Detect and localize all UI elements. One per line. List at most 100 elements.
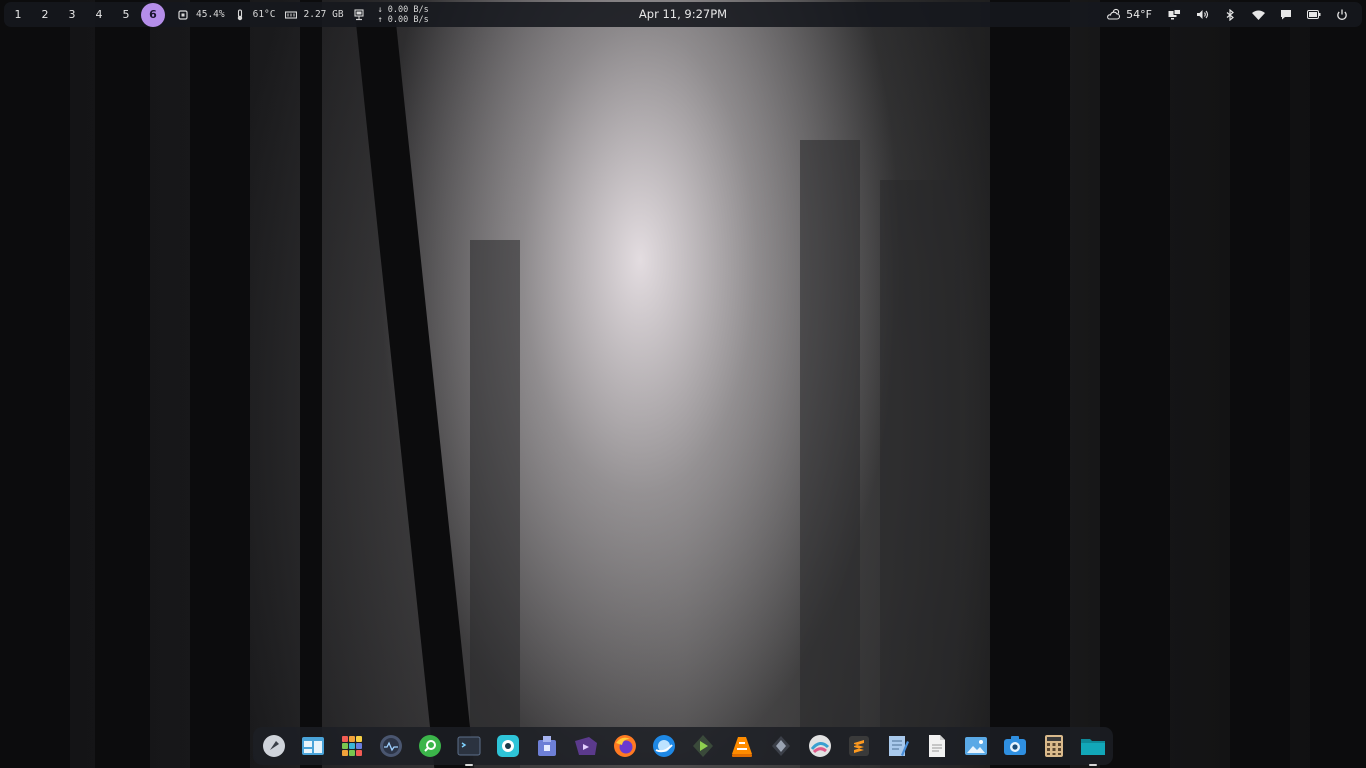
bluetooth-button[interactable] xyxy=(1216,2,1244,27)
dock-item-text-editor[interactable] xyxy=(885,733,911,759)
power-icon xyxy=(1337,9,1347,20)
dock-item-image-viewer[interactable] xyxy=(807,733,833,759)
dock-item-vlc[interactable] xyxy=(729,733,755,759)
dock-item-terminal[interactable] xyxy=(456,733,482,766)
wallpaper-tree xyxy=(1310,0,1366,768)
network-icon xyxy=(353,8,365,21)
settings-app-icon xyxy=(772,736,790,756)
cpu-icon xyxy=(177,9,189,21)
wallpaper-tree xyxy=(95,0,150,768)
wallpaper-tree xyxy=(1230,0,1290,768)
network-upload-value: ↑ 0.00 B/s xyxy=(377,14,429,25)
display-icon xyxy=(1168,9,1181,20)
volume-button[interactable] xyxy=(1188,2,1216,27)
wallpaper-tree xyxy=(1100,0,1170,768)
temperature-widget[interactable]: 61°C xyxy=(234,8,276,21)
temperature-value: 61°C xyxy=(252,9,276,20)
thermometer-icon xyxy=(234,8,246,21)
top-panel: 1 2 3 4 5 6 45.4% 61°C 2.27 GB ↓ 0.00 B/… xyxy=(4,2,1362,27)
vlc-icon xyxy=(732,737,752,757)
dock-item-media-app[interactable] xyxy=(690,733,716,759)
sublime-text-icon xyxy=(849,736,869,756)
memory-icon xyxy=(284,9,297,21)
document-icon xyxy=(929,735,945,757)
memory-widget[interactable]: 2.27 GB xyxy=(284,9,344,21)
text-editor-icon xyxy=(889,736,909,756)
bluetooth-icon xyxy=(1226,8,1234,21)
dock-item-package-installer[interactable] xyxy=(534,733,560,759)
dock xyxy=(253,727,1113,766)
notification-icon xyxy=(1281,10,1291,20)
dock-item-settings[interactable] xyxy=(768,733,794,759)
wallpaper-tree xyxy=(470,240,520,768)
dock-item-video-player[interactable] xyxy=(573,733,599,759)
system-monitor-icon xyxy=(380,735,402,757)
desktop-wallpaper xyxy=(0,0,1366,768)
system-tray: 54°F xyxy=(1106,2,1356,27)
photo-viewer-icon xyxy=(965,737,987,755)
dock-item-photo-viewer[interactable] xyxy=(963,733,989,759)
wallpaper-tree xyxy=(800,140,860,768)
media-app-icon xyxy=(693,735,713,757)
dock-item-window-manager[interactable] xyxy=(300,733,326,759)
wifi-button[interactable] xyxy=(1244,2,1272,27)
cpu-widget[interactable]: 45.4% xyxy=(177,9,225,21)
package-installer-icon xyxy=(538,736,556,756)
dock-item-document[interactable] xyxy=(924,733,950,759)
window-manager-icon xyxy=(302,737,324,755)
network-widget[interactable]: ↓ 0.00 B/s ↑ 0.00 B/s xyxy=(353,5,429,25)
video-player-icon xyxy=(575,737,597,755)
screenshot-tool-icon xyxy=(497,735,519,757)
workspace-3[interactable]: 3 xyxy=(60,3,84,27)
battery-icon xyxy=(1307,10,1321,19)
weather-widget[interactable]: 54°F xyxy=(1106,8,1152,21)
wallpaper-tree xyxy=(190,0,250,768)
firefox-icon xyxy=(614,735,636,757)
search-app-icon xyxy=(419,735,441,757)
dock-item-system-monitor[interactable] xyxy=(378,733,404,759)
memory-value: 2.27 GB xyxy=(303,9,344,20)
power-button[interactable] xyxy=(1328,2,1356,27)
launcher-rocket-icon xyxy=(263,735,285,757)
wallpaper-tree xyxy=(0,0,70,768)
running-indicator xyxy=(1089,764,1097,766)
dock-item-firefox[interactable] xyxy=(612,733,638,759)
app-grid-icon xyxy=(342,736,362,756)
wifi-icon xyxy=(1251,10,1265,20)
volume-icon xyxy=(1196,10,1208,19)
browser-icon xyxy=(653,735,675,757)
calculator-icon xyxy=(1045,735,1063,757)
wallpaper-tree xyxy=(300,0,322,768)
dock-item-calculator[interactable] xyxy=(1041,733,1067,759)
workspace-6[interactable]: 6 xyxy=(141,2,165,27)
dock-item-sublime-text[interactable] xyxy=(846,733,872,759)
wallpaper-tree xyxy=(355,20,475,768)
display-button[interactable] xyxy=(1160,2,1188,27)
wallpaper-tree xyxy=(880,180,960,768)
running-indicator xyxy=(465,764,473,766)
dock-item-launcher[interactable] xyxy=(261,733,287,759)
dock-item-browser[interactable] xyxy=(651,733,677,759)
cpu-usage-value: 45.4% xyxy=(196,9,225,20)
workspace-4[interactable]: 4 xyxy=(87,3,111,27)
workspace-switcher: 1 2 3 4 5 6 xyxy=(6,2,168,27)
terminal-icon xyxy=(457,736,481,756)
file-manager-icon xyxy=(1081,739,1105,755)
dock-item-camera[interactable] xyxy=(1002,733,1028,759)
weather-temperature: 54°F xyxy=(1126,8,1152,21)
image-viewer-icon xyxy=(809,735,831,757)
workspace-1[interactable]: 1 xyxy=(6,3,30,27)
network-download-value: ↓ 0.00 B/s xyxy=(377,4,429,15)
camera-app-icon xyxy=(1004,736,1026,755)
workspace-5[interactable]: 5 xyxy=(114,3,138,27)
dock-item-file-manager[interactable] xyxy=(1080,733,1106,766)
dock-item-app-grid[interactable] xyxy=(339,733,365,759)
battery-button[interactable] xyxy=(1300,2,1328,27)
workspace-2[interactable]: 2 xyxy=(33,3,57,27)
clock[interactable]: Apr 11, 9:27PM xyxy=(639,7,727,21)
dock-item-search[interactable] xyxy=(417,733,443,759)
cloud-sun-icon xyxy=(1107,8,1121,20)
dock-item-screenshot[interactable] xyxy=(495,733,521,759)
notifications-button[interactable] xyxy=(1272,2,1300,27)
wallpaper-tree xyxy=(990,0,1070,768)
